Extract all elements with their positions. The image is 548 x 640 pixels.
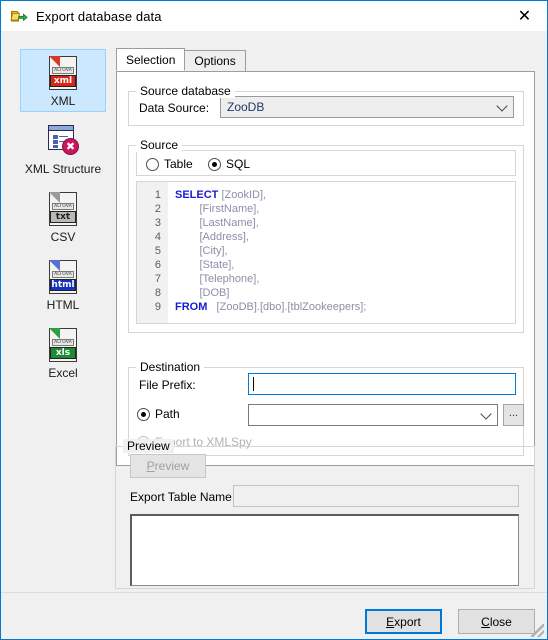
destination-title: Destination (136, 360, 205, 374)
selection-tab-panel: Source database Data Source: ZooDB Sourc… (116, 71, 535, 466)
line-number: 6 (154, 259, 161, 271)
close-accel: C (481, 614, 490, 629)
altova-mark: ALTOVA (52, 339, 74, 346)
txt-badge: txt (50, 211, 76, 223)
source-title: Source (136, 138, 183, 152)
radio-label: Path (155, 407, 180, 421)
data-source-label: Data Source: (139, 101, 210, 115)
export-database-icon (10, 7, 28, 25)
code-line: [FirstName], (175, 203, 260, 215)
preview-result-list[interactable] (130, 514, 519, 586)
line-number: 4 (154, 231, 161, 243)
export-accel: E (386, 614, 395, 629)
close-button[interactable]: Close (458, 609, 535, 634)
line-number: 1 (154, 189, 161, 201)
code-line: [Address], (175, 231, 249, 243)
sql-code-area: SELECT [ZookID], [FirstName], [LastName]… (168, 182, 515, 323)
sidebar-item-csv[interactable]: ALTOVA txt CSV (20, 185, 106, 248)
sidebar-item-excel[interactable]: ALTOVA xls Excel (20, 321, 106, 384)
line-number: 2 (154, 203, 161, 215)
export-button[interactable]: Export (365, 609, 442, 634)
sidebar-item-label: XML Structure (24, 162, 102, 176)
text-caret (253, 377, 254, 391)
window-title: Export database data (36, 8, 162, 24)
radio-dot (208, 157, 221, 171)
resize-grip[interactable] (531, 624, 544, 637)
code-line: FROM [ZooDB].[dbo].[tblZookeepers]; (175, 301, 367, 313)
sql-editor[interactable]: 1 2 3 4 5 6 7 8 9 SELECT [ZookID], [Firs… (136, 181, 516, 324)
preview-button[interactable]: Preview (130, 454, 206, 478)
export-table-name-input (233, 485, 519, 507)
altova-mark: ALTOVA (52, 67, 74, 74)
sidebar-item-html[interactable]: ALTOVA html HTML (20, 253, 106, 316)
format-sidebar: ALTOVA xml XML ✖ XML Structure ALTOVA tx… (20, 49, 106, 389)
sidebar-item-label: CSV (50, 230, 76, 244)
data-source-value: ZooDB (227, 100, 265, 114)
chevron-down-icon (480, 408, 492, 420)
tab-options[interactable]: Options (184, 50, 246, 71)
source-group: Source Table SQL 1 2 3 4 5 6 7 8 9 SELEC… (128, 138, 524, 333)
line-number: 5 (154, 245, 161, 257)
sidebar-item-label: XML (50, 94, 76, 108)
dialog-body: ALTOVA xml XML ✖ XML Structure ALTOVA tx… (1, 31, 547, 639)
sidebar-item-label: Excel (48, 366, 78, 380)
file-prefix-label: File Prefix: (139, 378, 196, 392)
txt-file-icon: ALTOVA txt (46, 190, 80, 228)
source-database-group: Source database Data Source: ZooDB (128, 84, 524, 126)
file-prefix-input[interactable] (248, 373, 516, 395)
code-line: SELECT [ZookID], (175, 189, 267, 201)
code-line: [DOB] (175, 287, 230, 299)
export-button-rest: xport (394, 614, 421, 629)
altova-mark: ALTOVA (52, 203, 74, 210)
preview-accel: P (146, 459, 155, 473)
path-combo[interactable] (248, 404, 498, 426)
sidebar-item-xml[interactable]: ALTOVA xml XML (20, 49, 106, 112)
preview-group: Preview Preview Export Table Name: (115, 439, 535, 589)
xls-badge: xls (50, 347, 76, 359)
tab-selection[interactable]: Selection (116, 48, 186, 71)
data-source-combo[interactable]: ZooDB (220, 96, 514, 118)
source-database-title: Source database (136, 84, 235, 98)
line-number: 3 (154, 217, 161, 229)
xml-structure-icon: ✖ (46, 122, 80, 160)
xml-badge: xml (50, 75, 76, 87)
close-icon[interactable]: ✕ (502, 1, 547, 30)
line-number: 9 (154, 301, 161, 313)
radio-dot (146, 157, 159, 171)
radio-label: SQL (226, 157, 251, 171)
chevron-down-icon (496, 100, 508, 112)
title-bar: Export database data ✕ (1, 1, 547, 31)
line-number: 8 (154, 287, 161, 299)
close-button-rest: lose (489, 614, 512, 629)
source-type-box: Table SQL (136, 150, 516, 176)
code-line: [City], (175, 245, 228, 257)
structure-badge: ✖ (62, 138, 79, 155)
line-number: 7 (154, 273, 161, 285)
browse-button[interactable]: ... (503, 404, 524, 426)
html-badge: html (50, 279, 76, 291)
radio-sql[interactable]: SQL (208, 157, 250, 171)
preview-button-rest: review (154, 459, 190, 473)
html-file-icon: ALTOVA html (46, 258, 80, 296)
xml-file-icon: ALTOVA xml (46, 54, 80, 92)
sidebar-item-label: HTML (46, 298, 80, 312)
tab-strip: Selection Options (116, 48, 246, 71)
radio-dot (137, 407, 150, 421)
export-table-name-label: Export Table Name: (130, 490, 236, 504)
sidebar-item-xml-structure[interactable]: ✖ XML Structure (20, 117, 106, 180)
footer-divider (1, 592, 547, 593)
line-number-gutter: 1 2 3 4 5 6 7 8 9 (137, 182, 168, 323)
altova-mark: ALTOVA (52, 271, 74, 278)
xls-file-icon: ALTOVA xls (46, 326, 80, 364)
code-line: [Telephone], (175, 273, 260, 285)
code-line: [State], (175, 259, 235, 271)
preview-title: Preview (123, 439, 174, 453)
radio-table[interactable]: Table (146, 157, 193, 171)
radio-path[interactable]: Path (137, 407, 180, 421)
radio-label: Table (164, 157, 193, 171)
code-line: [LastName], (175, 217, 259, 229)
